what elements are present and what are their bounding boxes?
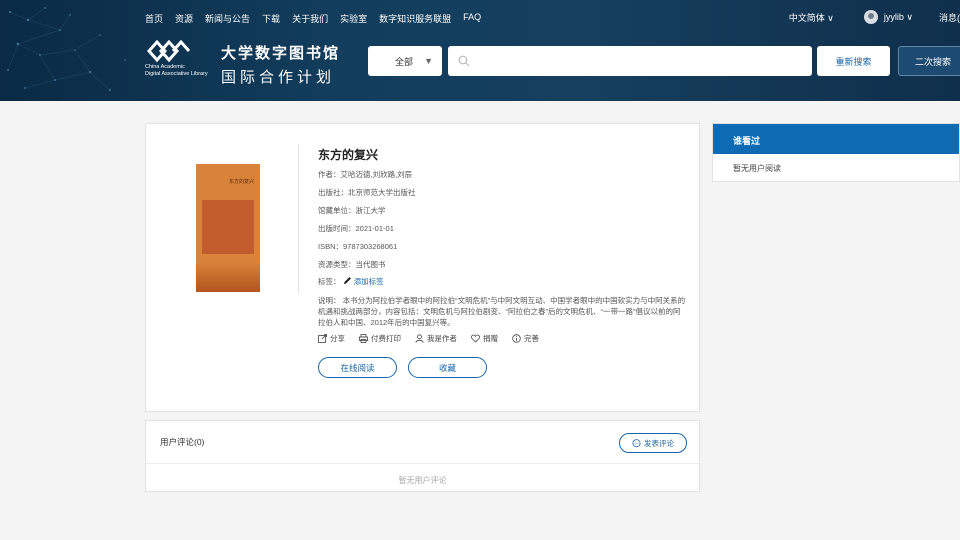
site-header: 首页 资源 新闻与公告 下载 关于我们 实验室 数字知识服务联盟 FAQ 中文简… <box>0 0 960 101</box>
donate-action[interactable]: 捐赠 <box>471 333 498 344</box>
isbn-label: ISBN： <box>318 242 344 251</box>
who-read-panel: 谁看过 暂无用户阅读 <box>712 123 960 182</box>
user-area: 中文简体 ∨ jyylib ∨ 消息( <box>789 10 960 24</box>
heart-icon <box>471 334 480 343</box>
date-field: 出版时间：2021-01-01 <box>318 223 394 234</box>
user-menu[interactable]: jyylib ∨ <box>884 12 913 23</box>
nav-item-lab[interactable]: 实验室 <box>340 12 367 25</box>
holding-value: 浙江大学 <box>355 206 386 215</box>
avatar-icon[interactable] <box>863 10 878 24</box>
comments-empty-text: 暂无用户评论 <box>398 476 447 485</box>
author-field: 作者：艾哈迈德,刘欣路,刘辰 <box>318 169 412 180</box>
who-read-empty-text: 暂无用户阅读 <box>733 164 781 173</box>
comments-header: 用户评论(0) <box>160 437 205 447</box>
nav-item-faq[interactable]: FAQ <box>463 12 481 25</box>
book-description: 说明： 本书分为阿拉伯学者眼中的阿拉伯“文明危机”与中阿文明互动、中国学者眼中的… <box>318 296 686 327</box>
claim-author-label: 我是作者 <box>427 334 457 343</box>
post-comment-label: 发表评论 <box>644 438 674 448</box>
logo-english-name: China Academic Digital Associative Libra… <box>145 64 225 78</box>
nav-item-news[interactable]: 新闻与公告 <box>205 12 250 25</box>
isbn-field: ISBN：9787303268061 <box>318 241 397 252</box>
user-icon <box>415 334 424 343</box>
type-label: 资源类型： <box>318 260 356 269</box>
tags-label: 标签： <box>318 277 341 286</box>
search-scope-value: 全部 <box>395 56 414 67</box>
holding-label: 馆藏单位： <box>318 206 356 215</box>
book-actions: 分享 付费打印 我是作者 捐赠 完善 <box>318 333 553 344</box>
comments-section: 用户评论(0) 发表评论 暂无用户评论 <box>145 420 700 492</box>
share-action[interactable]: 分享 <box>318 333 345 344</box>
nav-item-alliance[interactable]: 数字知识服务联盟 <box>379 12 451 25</box>
nav-item-resources[interactable]: 资源 <box>175 12 193 25</box>
cover-bottom <box>196 262 260 292</box>
claim-author-action[interactable]: 我是作者 <box>415 333 457 344</box>
book-detail-card: 东方的复兴 东方的复兴 作者：艾哈迈德,刘欣路,刘辰 出版社：北京师范大学出版社… <box>145 123 700 412</box>
info-icon <box>512 334 521 343</box>
second-search-button[interactable]: 二次搜索 <box>898 46 960 76</box>
logo-chinese-name: 大学数字图书馆 国际合作计划 <box>221 42 340 87</box>
improve-action[interactable]: 完善 <box>512 333 539 344</box>
publisher-field: 出版社：北京师范大学出版社 <box>318 187 416 198</box>
print-action[interactable]: 付费打印 <box>359 333 401 344</box>
type-field: 资源类型：当代图书 <box>318 259 386 270</box>
publisher-value: 北京师范大学出版社 <box>348 188 416 197</box>
language-selector[interactable]: 中文简体 ∨ <box>789 11 834 24</box>
improve-label: 完善 <box>524 334 539 343</box>
search-scope-select[interactable]: 全部 ▼ <box>368 46 442 76</box>
divider <box>298 144 299 294</box>
logo-cn-line1: 大学数字图书馆 <box>221 45 341 62</box>
publisher-label: 出版社： <box>318 188 348 197</box>
comments-divider <box>146 463 699 464</box>
nav-item-home[interactable]: 首页 <box>145 12 163 25</box>
search-input[interactable] <box>448 46 812 76</box>
who-read-header: 谁看过 <box>713 124 959 154</box>
language-label: 中文简体 <box>788 12 825 23</box>
print-label: 付费打印 <box>371 334 401 343</box>
logo-en-line1: China Academic <box>145 64 185 70</box>
donate-label: 捐赠 <box>483 334 498 343</box>
messages-link[interactable]: 消息( <box>939 11 960 24</box>
cover-image-block <box>202 200 254 254</box>
book-title: 东方的复兴 <box>318 148 379 162</box>
date-value: 2021-01-01 <box>355 224 394 233</box>
post-comment-button[interactable]: 发表评论 <box>619 433 687 453</box>
author-label: 作者： <box>318 170 341 179</box>
comment-icon <box>632 438 641 447</box>
favorite-button[interactable]: 收藏 <box>408 357 487 378</box>
date-label: 出版时间： <box>318 224 356 233</box>
research-button[interactable]: 重新搜索 <box>817 46 890 76</box>
share-label: 分享 <box>330 334 345 343</box>
nav-item-download[interactable]: 下载 <box>262 12 280 25</box>
logo-cn-line2: 国际合作计划 <box>221 69 336 86</box>
tags-field: 标签： 添加标签 <box>318 276 384 287</box>
nav-item-about[interactable]: 关于我们 <box>292 12 328 25</box>
username: jyylib <box>883 11 904 22</box>
add-tag-link[interactable]: 添加标签 <box>354 277 384 286</box>
share-icon <box>318 334 327 343</box>
pencil-icon <box>343 277 351 284</box>
caret-down-icon: ▼ <box>424 56 433 66</box>
logo-icon[interactable] <box>145 38 191 64</box>
holding-field: 馆藏单位：浙江大学 <box>318 205 386 216</box>
cover-title: 东方的复兴 <box>228 179 254 185</box>
logo-en-line2: Digital Associative Library <box>145 71 208 77</box>
top-navigation: 首页 资源 新闻与公告 下载 关于我们 实验室 数字知识服务联盟 FAQ <box>145 12 493 25</box>
read-online-button[interactable]: 在线阅读 <box>318 357 397 378</box>
type-value: 当代图书 <box>355 260 386 269</box>
decorative-network-pattern <box>7 7 126 91</box>
search-icon <box>458 55 470 67</box>
printer-icon <box>359 334 368 343</box>
isbn-value: 9787303268061 <box>343 242 398 251</box>
author-value[interactable]: 艾哈迈德,刘欣路,刘辰 <box>341 170 413 179</box>
book-cover[interactable]: 东方的复兴 <box>196 164 260 292</box>
